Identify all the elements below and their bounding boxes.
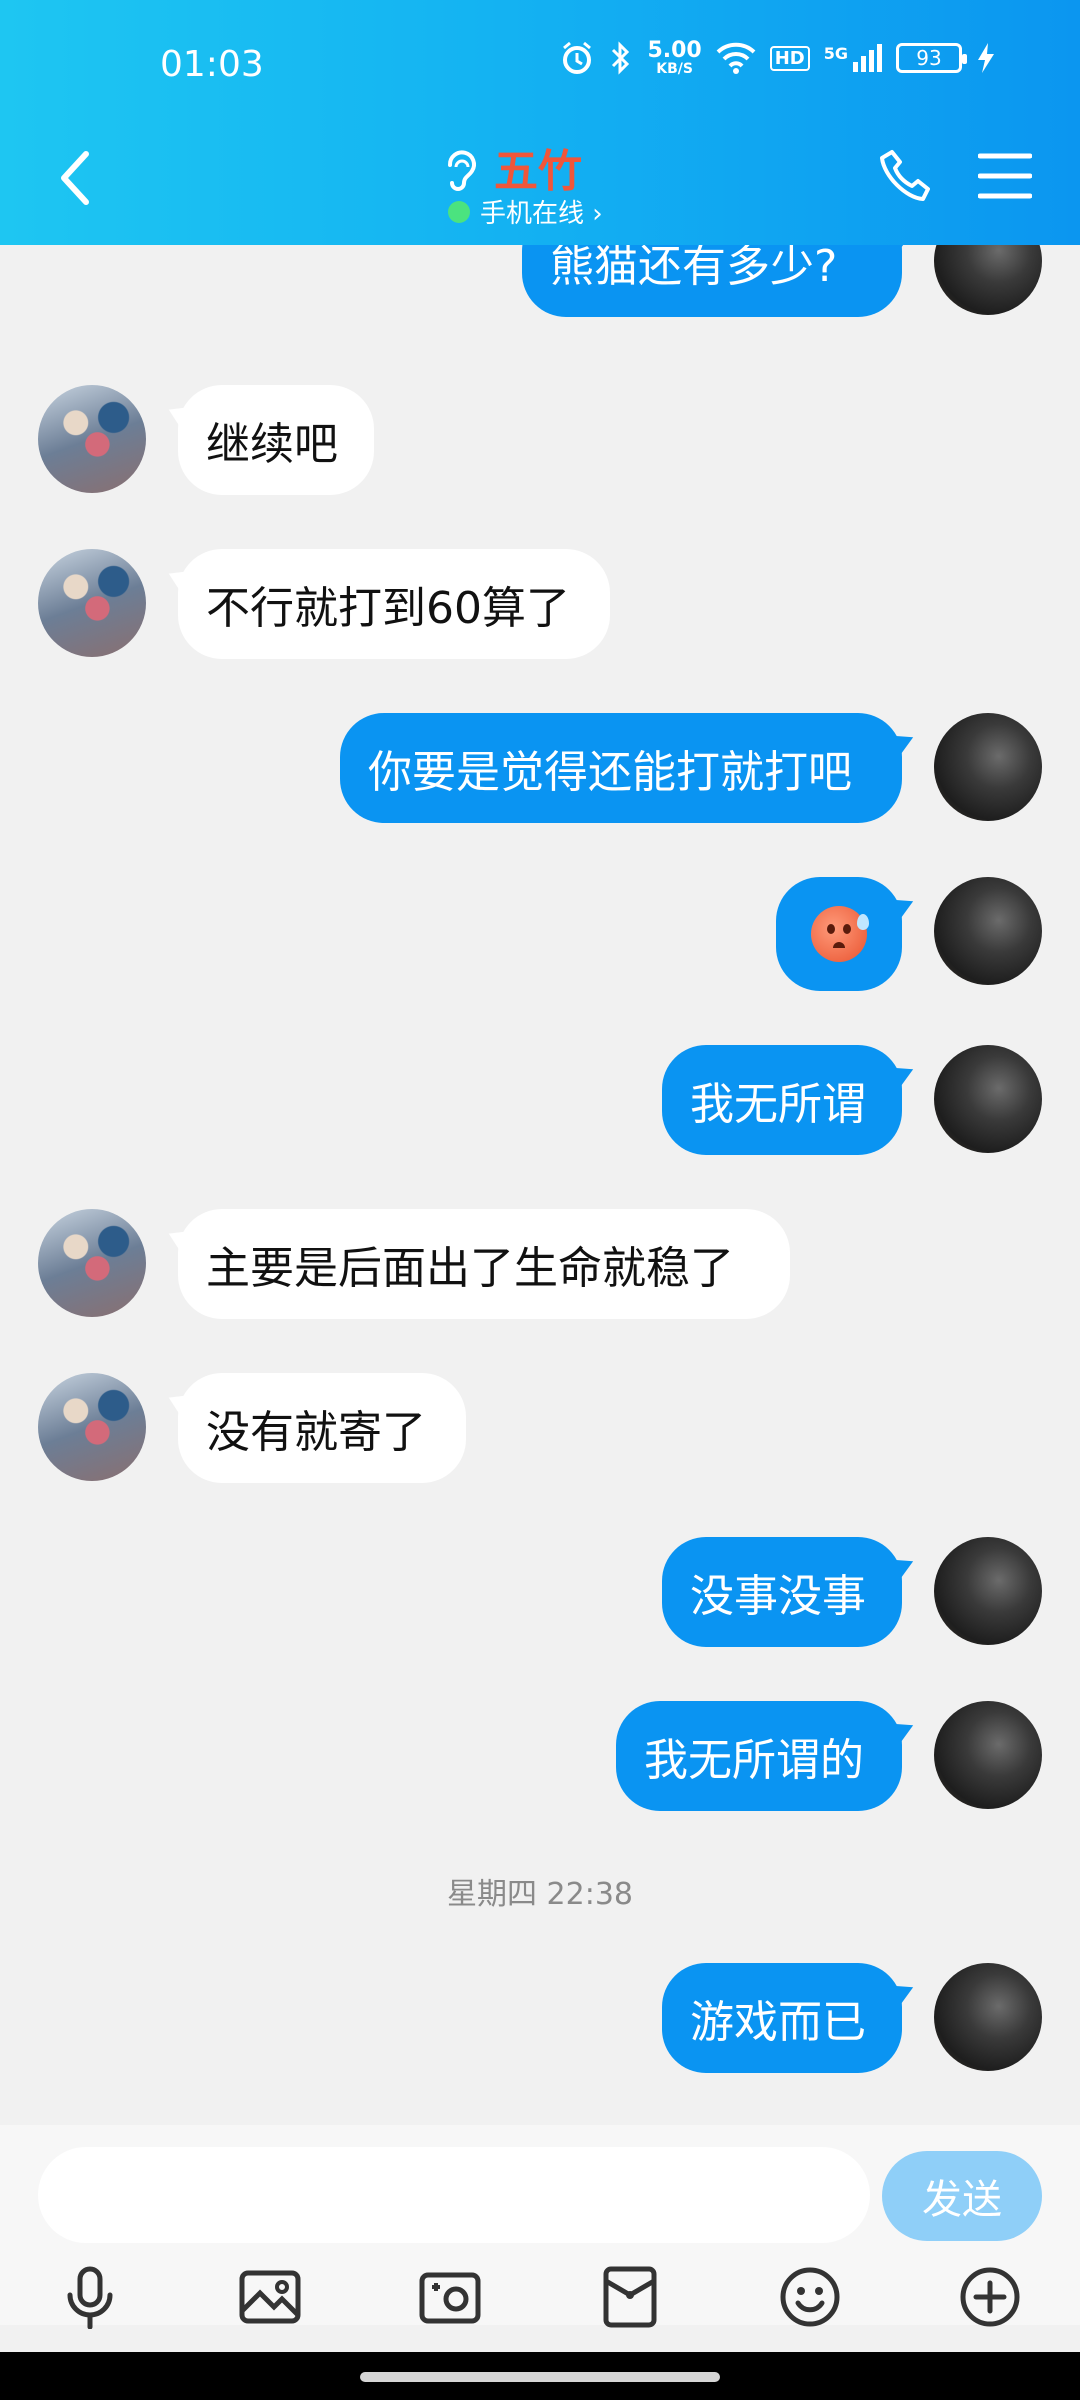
message-bubble[interactable]: 主要是后面出了生命就稳了 bbox=[178, 1209, 790, 1319]
back-button[interactable] bbox=[52, 148, 100, 208]
alarm-icon bbox=[563, 41, 592, 74]
emoji-bubble[interactable] bbox=[776, 877, 902, 991]
menu-icon[interactable] bbox=[978, 150, 1032, 202]
battery-icon: 93 bbox=[896, 43, 967, 73]
message-list[interactable]: 熊猫还有多少? 继续吧 不行就打到60算了 你要是觉得还能打就打吧 我无所谓 主… bbox=[0, 245, 1080, 2125]
message-timestamp: 星期四 22:38 bbox=[447, 1877, 633, 1912]
home-indicator[interactable] bbox=[360, 2372, 720, 2382]
avatar-self[interactable] bbox=[934, 1963, 1042, 2071]
status-bar: 01:03 5.00 KB/S HD 5G 93 bbox=[0, 0, 1080, 140]
online-dot-icon bbox=[448, 200, 470, 223]
avatar-self[interactable] bbox=[934, 877, 1042, 985]
charging-icon bbox=[978, 43, 994, 73]
chat-header: 01:03 5.00 KB/S HD 5G 93 五竹 手机在线 › bbox=[0, 0, 1080, 245]
chat-title[interactable]: 五竹 手机在线 › bbox=[440, 135, 680, 235]
microphone-icon[interactable] bbox=[58, 2265, 122, 2329]
message-bubble[interactable]: 你要是觉得还能打就打吧 bbox=[340, 713, 902, 823]
avatar-self[interactable] bbox=[934, 245, 1042, 315]
red-packet-icon[interactable] bbox=[598, 2265, 662, 2329]
wifi-icon bbox=[716, 42, 756, 74]
camera-icon[interactable] bbox=[418, 2265, 482, 2329]
ear-icon bbox=[448, 150, 476, 191]
avatar-self[interactable] bbox=[934, 1701, 1042, 1809]
message-bubble[interactable]: 没有就寄了 bbox=[178, 1373, 466, 1483]
avatar-self[interactable] bbox=[934, 713, 1042, 821]
message-bubble[interactable]: 熊猫还有多少? bbox=[522, 245, 902, 317]
input-bar: 发送 bbox=[0, 2125, 1080, 2329]
message-bubble[interactable]: 不行就打到60算了 bbox=[178, 549, 610, 659]
status-icons: 5.00 KB/S HD 5G 93 bbox=[559, 40, 996, 76]
avatar-contact[interactable] bbox=[38, 1209, 146, 1317]
hd-icon: HD bbox=[769, 45, 810, 71]
contact-name: 五竹 bbox=[494, 146, 582, 197]
plus-icon[interactable] bbox=[958, 2265, 1022, 2329]
input-toolbar bbox=[0, 2265, 1080, 2335]
avatar-contact[interactable] bbox=[38, 1373, 146, 1481]
phone-call-icon[interactable] bbox=[880, 148, 932, 204]
send-button[interactable]: 发送 bbox=[882, 2151, 1042, 2241]
status-time: 01:03 bbox=[160, 44, 264, 85]
avatar-contact[interactable] bbox=[38, 385, 146, 493]
avatar-contact[interactable] bbox=[38, 549, 146, 657]
signal-icon: 5G bbox=[824, 44, 882, 72]
message-bubble[interactable]: 没事没事 bbox=[662, 1537, 902, 1647]
message-input[interactable] bbox=[38, 2147, 870, 2243]
message-bubble[interactable]: 我无所谓 bbox=[662, 1045, 902, 1155]
avatar-self[interactable] bbox=[934, 1045, 1042, 1153]
online-status[interactable]: 手机在线 › bbox=[448, 193, 603, 230]
network-speed: 5.00 KB/S bbox=[647, 38, 702, 77]
bluetooth-icon bbox=[612, 41, 630, 75]
emoji-icon[interactable] bbox=[778, 2265, 842, 2329]
sweat-face-emoji-icon bbox=[811, 906, 869, 962]
message-bubble[interactable]: 继续吧 bbox=[178, 385, 374, 495]
avatar-self[interactable] bbox=[934, 1537, 1042, 1645]
message-bubble[interactable]: 游戏而已 bbox=[662, 1963, 902, 2073]
message-bubble[interactable]: 我无所谓的 bbox=[616, 1701, 902, 1811]
image-icon[interactable] bbox=[238, 2265, 302, 2329]
